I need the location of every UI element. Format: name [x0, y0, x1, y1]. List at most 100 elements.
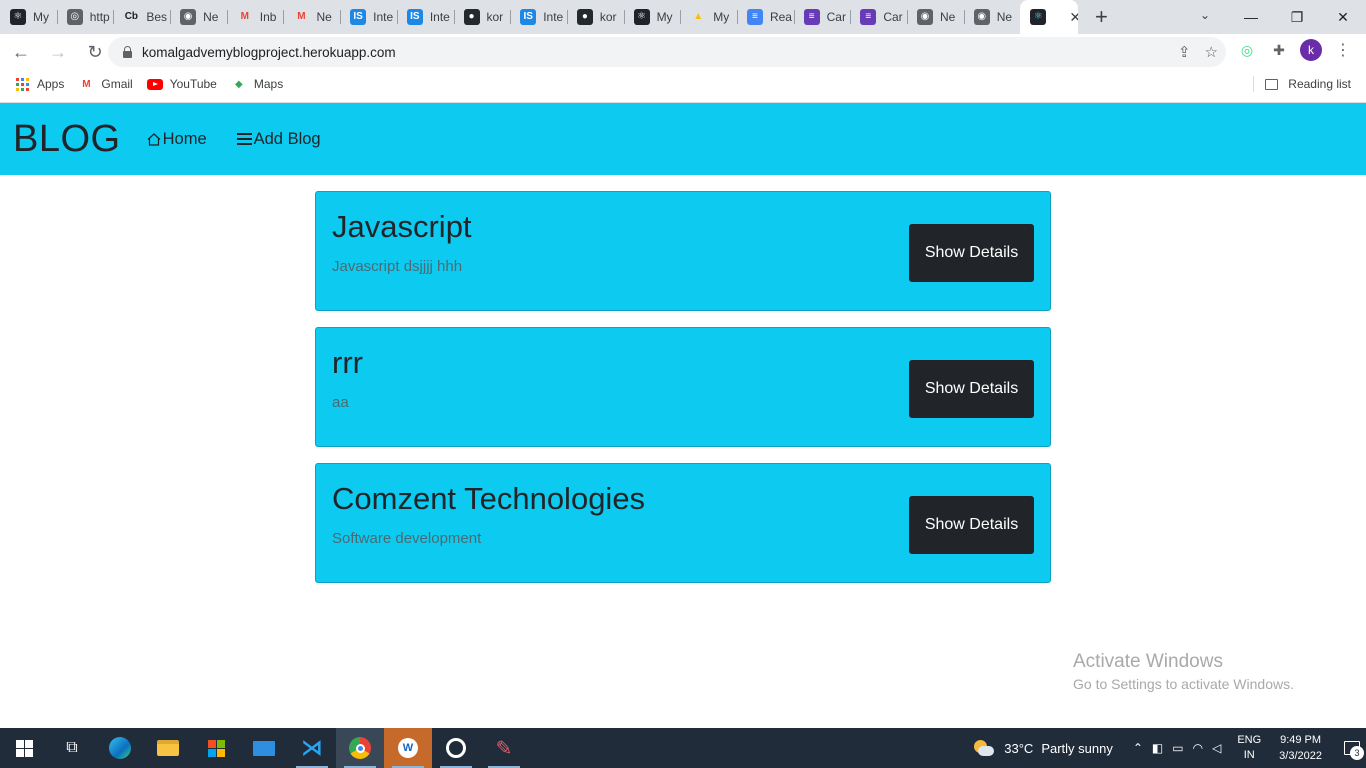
taskbar-edge[interactable]	[96, 728, 144, 768]
tab-title: Car	[826, 10, 846, 24]
github-icon: ●	[463, 9, 480, 25]
reload-button[interactable]: ↻	[79, 36, 111, 68]
browser-tab[interactable]: ≡ Rea	[736, 0, 794, 34]
wifi-icon[interactable]: ◠	[1193, 741, 1203, 755]
show-details-button[interactable]: Show Details	[909, 360, 1034, 418]
tab-title: Ne	[940, 10, 956, 24]
start-button[interactable]	[0, 728, 48, 768]
input-language[interactable]: ENG IN	[1237, 733, 1261, 763]
battery-icon[interactable]: ▭	[1172, 741, 1183, 755]
taskbar-paint[interactable]: ✎	[480, 728, 528, 768]
puzzle-icon[interactable]: ✚	[1268, 39, 1290, 61]
tab-title: Ne	[203, 10, 219, 24]
minimize-button[interactable]: —	[1228, 2, 1274, 32]
weather-temp: 33°C	[1004, 740, 1034, 756]
weather-widget[interactable]: 33°C Partly sunny	[974, 740, 1113, 756]
browser-tab[interactable]: ▲ My	[680, 0, 737, 34]
taskbar-chrome[interactable]	[336, 728, 384, 768]
address-url[interactable]: komalgadvemyblogproject.herokuapp.com	[142, 45, 396, 60]
tab-search-button[interactable]: ⌄	[1190, 0, 1220, 30]
taskbar-app[interactable]: W	[384, 728, 432, 768]
github-icon: ●	[576, 9, 593, 25]
tab-title: kor	[599, 10, 617, 24]
browser-tab[interactable]: Cb Bes	[113, 0, 170, 34]
new-tab-button[interactable]: +	[1084, 0, 1118, 34]
chevron-down-icon: ⌄	[1199, 8, 1211, 22]
kebab-menu-icon[interactable]: ⋮	[1332, 39, 1354, 61]
bookmark-maps[interactable]: ◆ Maps	[231, 77, 283, 91]
browser-tab[interactable]: ● kor	[453, 0, 511, 34]
browser-tab[interactable]: ⚛ My	[623, 0, 681, 34]
nav-home-link[interactable]: Home	[147, 130, 207, 149]
browser-tab[interactable]: IS Inte	[510, 0, 567, 34]
reading-list-button[interactable]: Reading list	[1253, 70, 1351, 98]
restore-button[interactable]: ❐	[1274, 2, 1320, 32]
browser-tab[interactable]: ◉ Ne	[170, 0, 227, 34]
extension-icon[interactable]: ◎	[1236, 39, 1258, 61]
tab-title: Rea	[769, 10, 792, 24]
browser-tab[interactable]: M Ne	[283, 0, 340, 34]
show-details-button[interactable]: Show Details	[909, 224, 1034, 282]
back-button[interactable]: ←	[5, 36, 37, 68]
chrome-icon: ◉	[180, 9, 197, 25]
folder-icon	[157, 740, 179, 756]
forms-icon: ≡	[860, 9, 877, 25]
browser-tab[interactable]: ◉ Ne	[907, 0, 964, 34]
taskbar-snipping-tool[interactable]	[432, 728, 480, 768]
tab-title: My	[33, 10, 49, 24]
browser-tab[interactable]: IS Inte	[396, 0, 454, 34]
taskbar-store[interactable]	[192, 728, 240, 768]
browser-tab-active[interactable]: ⚛ ✕	[1020, 0, 1079, 34]
lock-icon[interactable]	[120, 45, 134, 58]
arrow-left-icon: ←	[12, 41, 30, 62]
task-view-button[interactable]: ⧉	[48, 728, 96, 768]
meet-now-icon[interactable]: ◧	[1152, 741, 1163, 755]
show-details-button[interactable]: Show Details	[909, 496, 1034, 554]
taskbar-vscode[interactable]: ⋊	[288, 728, 336, 768]
bookmark-apps[interactable]: Apps	[14, 77, 64, 91]
tab-title: Inte	[429, 10, 450, 24]
tab-title: Ne	[996, 10, 1013, 24]
vscode-icon: ⋊	[301, 735, 323, 760]
browser-tab[interactable]: ◎ http	[56, 0, 114, 34]
site-navbar: BLOG Home Add Blog	[0, 103, 1366, 175]
taskbar-mail[interactable]	[240, 728, 288, 768]
browser-tab[interactable]: IS Inte	[340, 0, 397, 34]
taskbar-file-explorer[interactable]	[144, 728, 192, 768]
blog-card: Comzent Technologies Software developmen…	[315, 463, 1051, 583]
docs-icon: ≡	[746, 9, 763, 25]
bookmark-star-icon[interactable]: ☆	[1205, 43, 1218, 61]
gmail-icon: M	[297, 11, 306, 22]
store-icon	[207, 739, 225, 757]
page-content: BLOG Home Add Blog Javascript Javascript…	[0, 103, 1366, 728]
paint-icon: ✎	[495, 737, 513, 760]
address-bar[interactable]: komalgadvemyblogproject.herokuapp.com ⇪ …	[108, 37, 1226, 67]
browser-tab[interactable]: ● kor	[566, 0, 624, 34]
notifications-button[interactable]: 3	[1338, 728, 1366, 768]
bookmark-gmail[interactable]: M Gmail	[78, 77, 133, 91]
volume-icon[interactable]: ◁	[1212, 741, 1221, 755]
menu-icon	[236, 133, 252, 145]
share-icon[interactable]: ⇪	[1178, 43, 1191, 61]
react-icon: ⚛	[1030, 9, 1047, 25]
close-window-button[interactable]: ✕	[1320, 2, 1366, 32]
browser-tab[interactable]: ≡ Car	[793, 0, 851, 34]
watermark-title: Activate Windows	[1073, 651, 1223, 672]
profile-avatar[interactable]: k	[1300, 39, 1322, 61]
browser-toolbar: ← → ↻ komalgadvemyblogproject.herokuapp.…	[0, 34, 1366, 70]
browser-tab[interactable]: ◉ Ne	[963, 0, 1021, 34]
chevron-up-icon[interactable]: ⌃	[1133, 741, 1143, 755]
brand-logo[interactable]: BLOG	[13, 118, 121, 161]
close-tab-icon[interactable]: ✕	[1069, 9, 1078, 26]
clock[interactable]: 9:49 PM 3/3/2022	[1279, 732, 1322, 764]
browser-tab[interactable]: ⚛ My	[0, 0, 57, 34]
house-icon	[147, 132, 161, 146]
nav-add-blog-link[interactable]: Add Blog	[236, 130, 321, 149]
browser-tab[interactable]: M Inb	[226, 0, 284, 34]
browser-tab[interactable]: ≡ Car	[850, 0, 907, 34]
bookmark-youtube[interactable]: YouTube	[146, 77, 217, 91]
blog-description: Software development	[332, 530, 482, 547]
drive-icon: ▲	[693, 11, 704, 22]
chrome-icon: ◉	[973, 9, 990, 25]
forward-button[interactable]: →	[42, 36, 74, 68]
